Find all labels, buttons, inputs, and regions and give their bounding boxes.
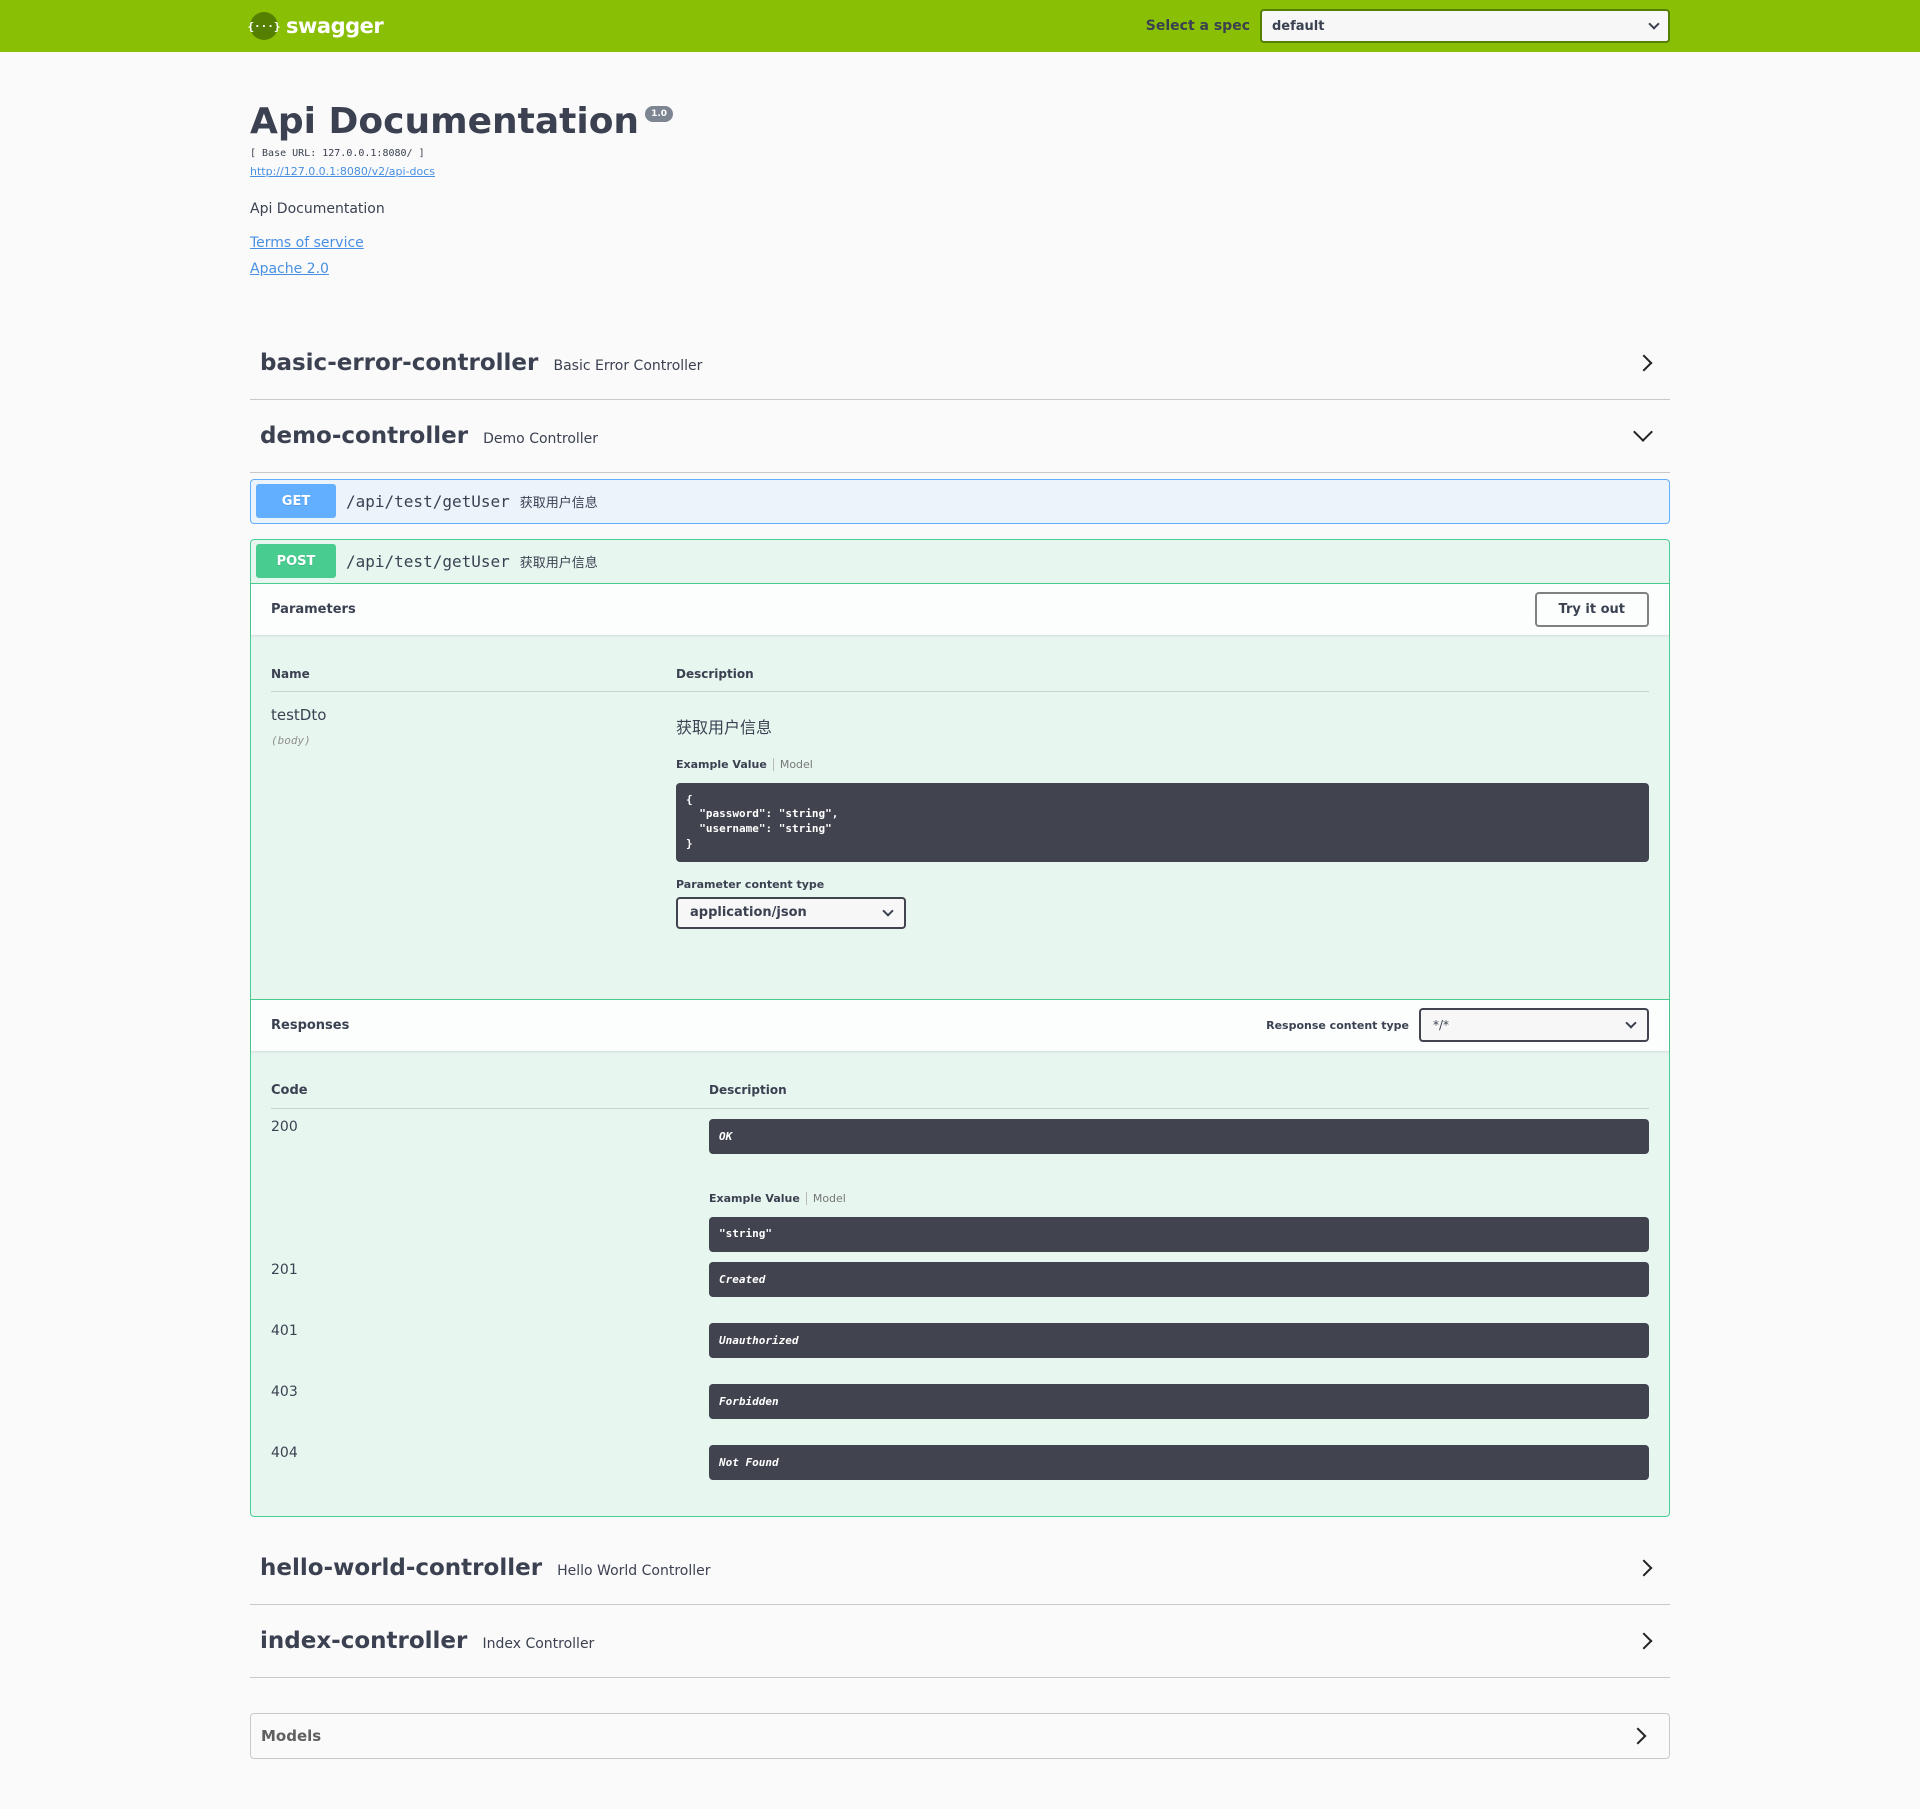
- tab-example-value[interactable]: Example Value: [709, 1191, 807, 1205]
- parameter-content-type-label: Parameter content type: [676, 877, 825, 891]
- col-name-header: Name: [271, 666, 310, 681]
- col-description-header: Description: [709, 1082, 787, 1097]
- responses-table: Code Description 200 OK Example Value Mo…: [251, 1051, 1669, 1516]
- parameter-content-type-select[interactable]: application/json: [676, 896, 906, 929]
- operation-summary[interactable]: GET /api/test/getUser 获取用户信息: [251, 480, 1669, 523]
- parameters-title: Parameters: [271, 601, 356, 617]
- chevron-down-icon: [882, 905, 894, 917]
- parameter-description: 获取用户信息: [676, 717, 773, 737]
- method-badge: GET: [256, 484, 336, 519]
- operation-path: /api/test/getUser: [346, 491, 510, 511]
- tag-name: demo-controller: [260, 422, 469, 449]
- parameters-header: Parameters Try it out: [251, 582, 1669, 635]
- swagger-logo-icon: {···}: [247, 12, 281, 40]
- operation-summary-text: 获取用户信息: [519, 495, 598, 511]
- response-description: Created: [709, 1261, 1649, 1297]
- operation-get-getuser: GET /api/test/getUser 获取用户信息: [250, 478, 1670, 524]
- spec-select-value: default: [1272, 18, 1325, 34]
- parameter-row: testDto (body) 获取用户信息 Example Value Mode…: [271, 692, 1649, 929]
- tag-hello-world-controller[interactable]: hello-world-controller Hello World Contr…: [250, 1532, 1670, 1605]
- response-description: Forbidden: [709, 1383, 1649, 1419]
- swagger-logo[interactable]: {···} swagger: [247, 12, 384, 40]
- responses-header: Responses Response content type */*: [251, 998, 1669, 1051]
- page-title: Api Documentation: [250, 101, 640, 142]
- select-value: */*: [1433, 1018, 1450, 1033]
- version-badge: 1.0: [645, 106, 674, 122]
- response-content-type-label: Response content type: [1266, 1018, 1409, 1032]
- example-value-code: { "password": "string", "username": "str…: [676, 782, 1649, 862]
- col-description-header: Description: [676, 666, 754, 681]
- chevron-right-icon: [1635, 1559, 1653, 1577]
- tag-description: Hello World Controller: [557, 1562, 711, 1579]
- response-row: 200 OK Example Value Model "string": [271, 1109, 1649, 1252]
- response-row: 201 Created: [271, 1252, 1649, 1297]
- tag-description: Index Controller: [482, 1635, 595, 1652]
- responses-title: Responses: [271, 1017, 350, 1033]
- example-model-tabs: Example Value Model: [709, 1191, 1649, 1205]
- response-code: 404: [271, 1444, 298, 1461]
- response-example-code: "string": [709, 1216, 1649, 1252]
- response-description: Unauthorized: [709, 1322, 1649, 1358]
- tag-description: Demo Controller: [483, 430, 599, 447]
- operation-summary-text: 获取用户信息: [519, 555, 598, 571]
- parameters-table: Name Description testDto (body) 获取用户信息 E…: [251, 635, 1669, 999]
- tag-demo-controller[interactable]: demo-controller Demo Controller: [250, 400, 1670, 473]
- response-row: 401 Unauthorized: [271, 1297, 1649, 1358]
- response-content-type-select[interactable]: */*: [1419, 1008, 1649, 1043]
- base-url: [ Base URL: 127.0.0.1:8080/ ]: [250, 147, 425, 159]
- response-description: Not Found: [709, 1444, 1649, 1480]
- chevron-down-icon: [1625, 1017, 1637, 1030]
- parameter-in: (body): [271, 733, 311, 747]
- tab-model[interactable]: Model: [774, 758, 813, 771]
- parameter-name: testDto: [271, 705, 327, 724]
- operation-post-getuser: POST /api/test/getUser 获取用户信息 Parameters…: [250, 538, 1670, 1517]
- method-badge: POST: [256, 544, 336, 579]
- operation-path: /api/test/getUser: [346, 551, 510, 571]
- tag-name: basic-error-controller: [260, 349, 539, 376]
- tag-name: index-controller: [260, 1627, 468, 1654]
- response-description: OK: [709, 1118, 1649, 1154]
- response-code: 401: [271, 1322, 298, 1339]
- response-row: 403 Forbidden: [271, 1358, 1649, 1419]
- logo-text: swagger: [286, 14, 384, 38]
- example-model-tabs: Example Value Model: [676, 757, 1649, 771]
- license-link[interactable]: Apache 2.0: [250, 261, 1670, 277]
- spec-selector: Select a spec default: [1146, 9, 1670, 43]
- chevron-down-icon: [1648, 18, 1660, 30]
- chevron-right-icon: [1635, 1632, 1653, 1650]
- tag-basic-error-controller[interactable]: basic-error-controller Basic Error Contr…: [250, 327, 1670, 400]
- api-description: Api Documentation: [250, 200, 385, 217]
- tag-description: Basic Error Controller: [553, 357, 703, 374]
- tag-name: hello-world-controller: [260, 1554, 543, 1581]
- chevron-down-icon: [1633, 421, 1653, 442]
- select-value: application/json: [690, 905, 807, 921]
- tab-example-value[interactable]: Example Value: [676, 757, 774, 771]
- response-row: 404 Not Found: [271, 1419, 1649, 1480]
- tag-index-controller[interactable]: index-controller Index Controller: [250, 1605, 1670, 1678]
- api-docs-link[interactable]: http://127.0.0.1:8080/v2/api-docs: [250, 165, 435, 178]
- tab-model[interactable]: Model: [807, 1192, 846, 1205]
- operation-summary[interactable]: POST /api/test/getUser 获取用户信息: [251, 540, 1669, 583]
- terms-of-service-link[interactable]: Terms of service: [250, 235, 1670, 251]
- try-it-out-button[interactable]: Try it out: [1534, 591, 1649, 627]
- spec-label: Select a spec: [1145, 18, 1250, 34]
- response-code: 403: [271, 1383, 298, 1400]
- api-info: Api Documentation 1.0 [ Base URL: 127.0.…: [250, 52, 1670, 277]
- response-code: 200: [271, 1118, 298, 1135]
- response-code: 201: [271, 1261, 298, 1278]
- chevron-right-icon: [1635, 354, 1653, 372]
- models-section[interactable]: Models: [250, 1712, 1670, 1759]
- topbar: {···} swagger Select a spec default: [0, 0, 1920, 52]
- spec-select[interactable]: default: [1260, 9, 1670, 43]
- models-label: Models: [261, 1726, 322, 1745]
- col-code-header: Code: [271, 1082, 308, 1098]
- chevron-right-icon: [1629, 1727, 1647, 1745]
